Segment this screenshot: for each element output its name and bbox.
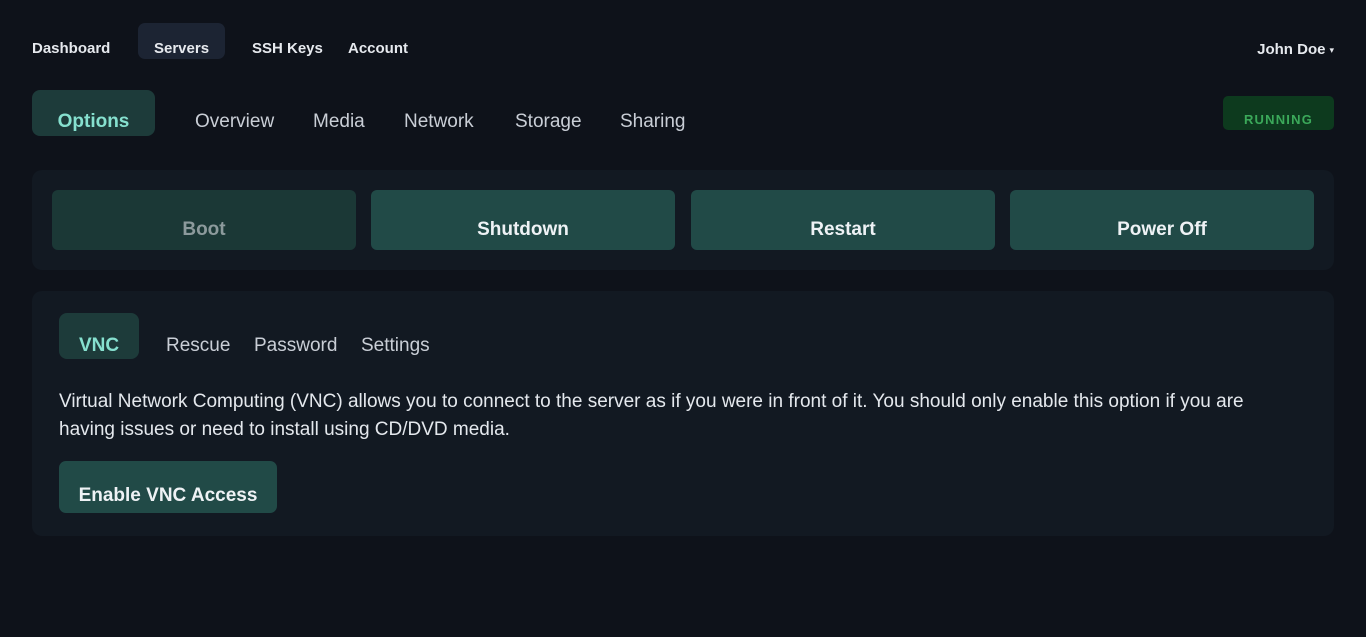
vnc-panel: VNC Rescue Password Settings Virtual Net… [32, 291, 1334, 536]
nav-servers[interactable]: Servers [138, 23, 226, 59]
tab-password[interactable]: Password [254, 313, 337, 359]
nav-dashboard[interactable]: Dashboard [32, 23, 110, 59]
boot-button[interactable]: Boot [52, 190, 356, 250]
tab-overview[interactable]: Overview [195, 90, 274, 136]
tab-settings[interactable]: Settings [361, 313, 430, 359]
tab-storage[interactable]: Storage [515, 90, 582, 136]
power-controls-panel: Boot Shutdown Restart Power Off [32, 170, 1334, 270]
status-badge: RUNNING [1223, 96, 1334, 130]
user-menu[interactable]: John Doe ▾ [1257, 41, 1334, 58]
chevron-down-icon: ▾ [1329, 45, 1334, 55]
tab-media[interactable]: Media [313, 90, 365, 136]
enable-vnc-button[interactable]: Enable VNC Access [59, 461, 277, 513]
power-off-button[interactable]: Power Off [1010, 190, 1314, 250]
nav-account[interactable]: Account [348, 23, 408, 59]
tab-vnc[interactable]: VNC [59, 313, 139, 359]
top-navigation: Dashboard Servers SSH Keys Account John … [0, 0, 1366, 80]
tab-options[interactable]: Options [32, 90, 155, 136]
shutdown-button[interactable]: Shutdown [371, 190, 675, 250]
restart-button[interactable]: Restart [691, 190, 995, 250]
vnc-description: Virtual Network Computing (VNC) allows y… [59, 391, 1244, 440]
nav-ssh-keys[interactable]: SSH Keys [252, 23, 323, 59]
server-tabs: Options Overview Media Network Storage S… [32, 90, 832, 136]
user-name: John Doe [1257, 41, 1326, 58]
tab-sharing[interactable]: Sharing [620, 90, 686, 136]
tab-rescue[interactable]: Rescue [166, 313, 230, 359]
tab-network[interactable]: Network [404, 90, 474, 136]
